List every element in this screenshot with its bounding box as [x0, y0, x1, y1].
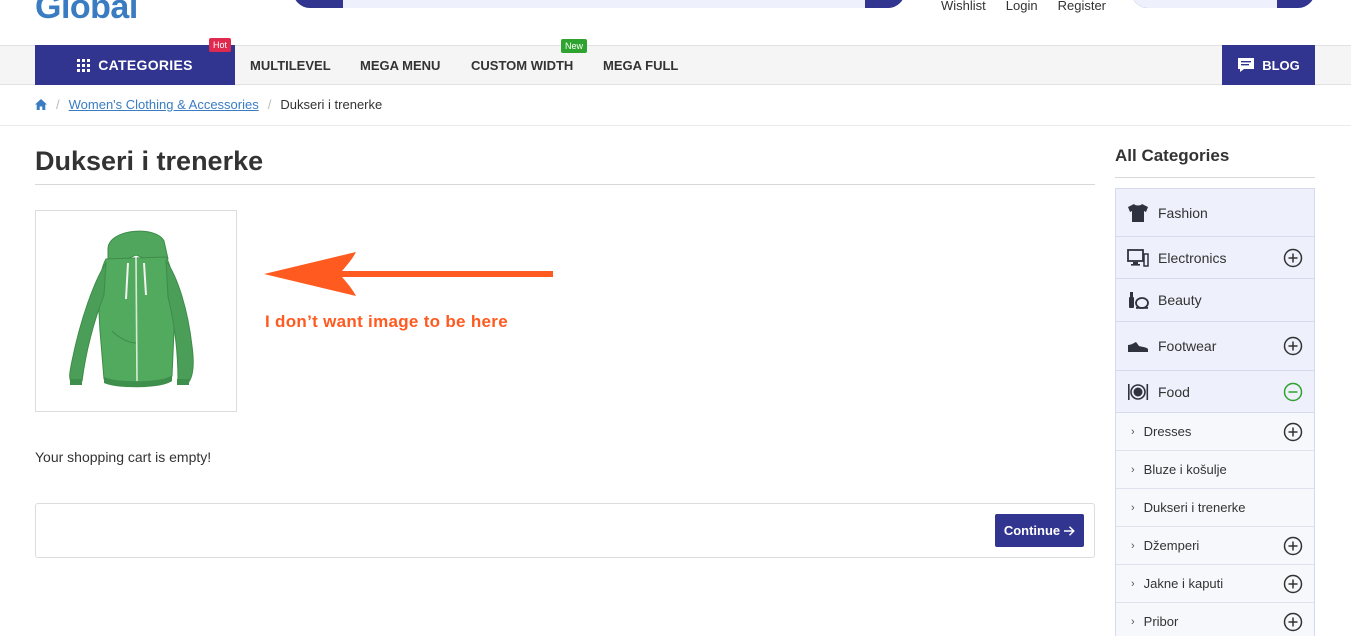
continue-label: Continue — [1003, 523, 1061, 538]
plus-circle-icon[interactable] — [1283, 612, 1303, 632]
menu-label: CUSTOM WIDTH — [471, 57, 574, 73]
monitor-icon — [1127, 247, 1149, 269]
title-divider — [35, 184, 1095, 185]
login-link[interactable]: Login — [1006, 0, 1038, 13]
grid-icon — [77, 58, 91, 72]
category-item-electronics[interactable]: Electronics — [1116, 237, 1314, 279]
subcategory-item-pribor[interactable]: › Pribor — [1116, 603, 1314, 636]
category-label: Electronics — [1158, 249, 1227, 266]
secondary-search-input[interactable] — [1131, 0, 1277, 8]
subcategory-label: Jakne i kaputi — [1143, 576, 1224, 591]
shoe-icon — [1127, 335, 1149, 357]
hoodie-image — [69, 230, 194, 388]
blog-button[interactable]: BLOG — [1222, 45, 1315, 85]
subcategory-item-bluze[interactable]: › Bluze i košulje — [1116, 451, 1314, 489]
subcategory-label: Pribor — [1143, 614, 1179, 629]
menu-item-custom-width[interactable]: CUSTOM WIDTH — [471, 45, 573, 85]
page-title: Dukseri i trenerke — [35, 146, 264, 176]
subcategory-label: Džemperi — [1143, 538, 1200, 553]
search-bar[interactable] — [293, 0, 905, 8]
sidebar-title: All Categories — [1115, 146, 1230, 165]
arrow-right-icon — [1064, 525, 1075, 536]
menu-item-mega-menu[interactable]: MEGA MENU — [360, 45, 440, 85]
breadcrumb: / Women's Clothing & Accessories / Dukse… — [35, 97, 382, 112]
subcategory-item-dresses[interactable]: › Dresses — [1116, 413, 1314, 451]
register-link[interactable]: Register — [1058, 0, 1106, 13]
chevron-right-icon: › — [1131, 577, 1135, 590]
home-icon[interactable] — [35, 99, 47, 110]
subcategory-label: Dresses — [1143, 424, 1192, 439]
annotation-text: I don’t want image to be here — [265, 312, 508, 331]
categories-label: CATEGORIES — [98, 57, 193, 73]
tshirt-icon — [1127, 202, 1149, 224]
minus-circle-icon[interactable] — [1283, 382, 1303, 402]
category-label: Beauty — [1158, 292, 1202, 308]
chevron-right-icon: › — [1131, 539, 1135, 552]
breadcrumb-link-womens-clothing[interactable]: Women's Clothing & Accessories — [69, 97, 259, 112]
subcategory-label: Dukseri i trenerke — [1143, 500, 1246, 515]
sidebar-title-divider — [1115, 177, 1315, 178]
cosmetics-icon — [1127, 289, 1149, 311]
breadcrumb-current: Dukseri i trenerke — [280, 97, 383, 112]
top-links: Wishlist Login Register — [941, 0, 1106, 13]
subcategory-label: Bluze i košulje — [1143, 462, 1227, 477]
plate-cutlery-icon — [1127, 381, 1149, 403]
category-label: Fashion — [1158, 204, 1208, 221]
categories-button[interactable]: CATEGORIES — [35, 45, 235, 85]
search-input[interactable] — [343, 0, 865, 8]
plus-circle-icon[interactable] — [1283, 574, 1303, 594]
plus-circle-icon[interactable] — [1283, 536, 1303, 556]
category-list: Fashion Electronics Beauty Footwear Food… — [1115, 188, 1315, 636]
chat-bubble-icon — [1238, 58, 1255, 72]
menu-label: MEGA MENU — [360, 57, 441, 73]
menu-label: MEGA FULL — [603, 57, 679, 73]
hot-badge: Hot — [209, 38, 232, 52]
category-label: Food — [1158, 383, 1190, 400]
secondary-search[interactable] — [1131, 0, 1315, 8]
category-image — [35, 210, 237, 412]
breadcrumb-separator: / — [56, 97, 60, 112]
divider — [0, 125, 1351, 126]
category-item-beauty[interactable]: Beauty — [1116, 279, 1314, 322]
chevron-right-icon: › — [1131, 615, 1135, 628]
empty-cart-message: Your shopping cart is empty! — [35, 449, 212, 465]
chevron-right-icon: › — [1131, 463, 1135, 476]
menu-label: MULTILEVEL — [250, 57, 331, 73]
category-item-footwear[interactable]: Footwear — [1116, 322, 1314, 371]
category-item-fashion[interactable]: Fashion — [1116, 189, 1314, 237]
category-label: Footwear — [1158, 338, 1217, 354]
subcategory-item-dzemperi[interactable]: › Džemperi — [1116, 527, 1314, 565]
chevron-right-icon: › — [1131, 425, 1135, 438]
wishlist-link[interactable]: Wishlist — [941, 0, 986, 13]
plus-circle-icon[interactable] — [1283, 336, 1303, 356]
buttons-panel: Continue — [35, 503, 1095, 558]
plus-circle-icon[interactable] — [1283, 248, 1303, 268]
continue-button[interactable]: Continue — [995, 514, 1084, 547]
blog-label: BLOG — [1262, 57, 1300, 73]
annotation-arrow-icon — [264, 252, 553, 296]
plus-circle-icon[interactable] — [1283, 422, 1303, 442]
subcategory-item-dukseri[interactable]: › Dukseri i trenerke — [1116, 489, 1314, 527]
menu-item-multilevel[interactable]: MULTILEVEL — [250, 45, 331, 85]
breadcrumb-separator: / — [267, 97, 272, 112]
site-logo[interactable]: Global — [35, 0, 138, 27]
subcategory-item-jakne[interactable]: › Jakne i kaputi — [1116, 565, 1314, 603]
menu-item-mega-full[interactable]: MEGA FULL — [603, 45, 678, 85]
category-item-food[interactable]: Food — [1116, 371, 1314, 413]
chevron-right-icon: › — [1131, 501, 1135, 514]
